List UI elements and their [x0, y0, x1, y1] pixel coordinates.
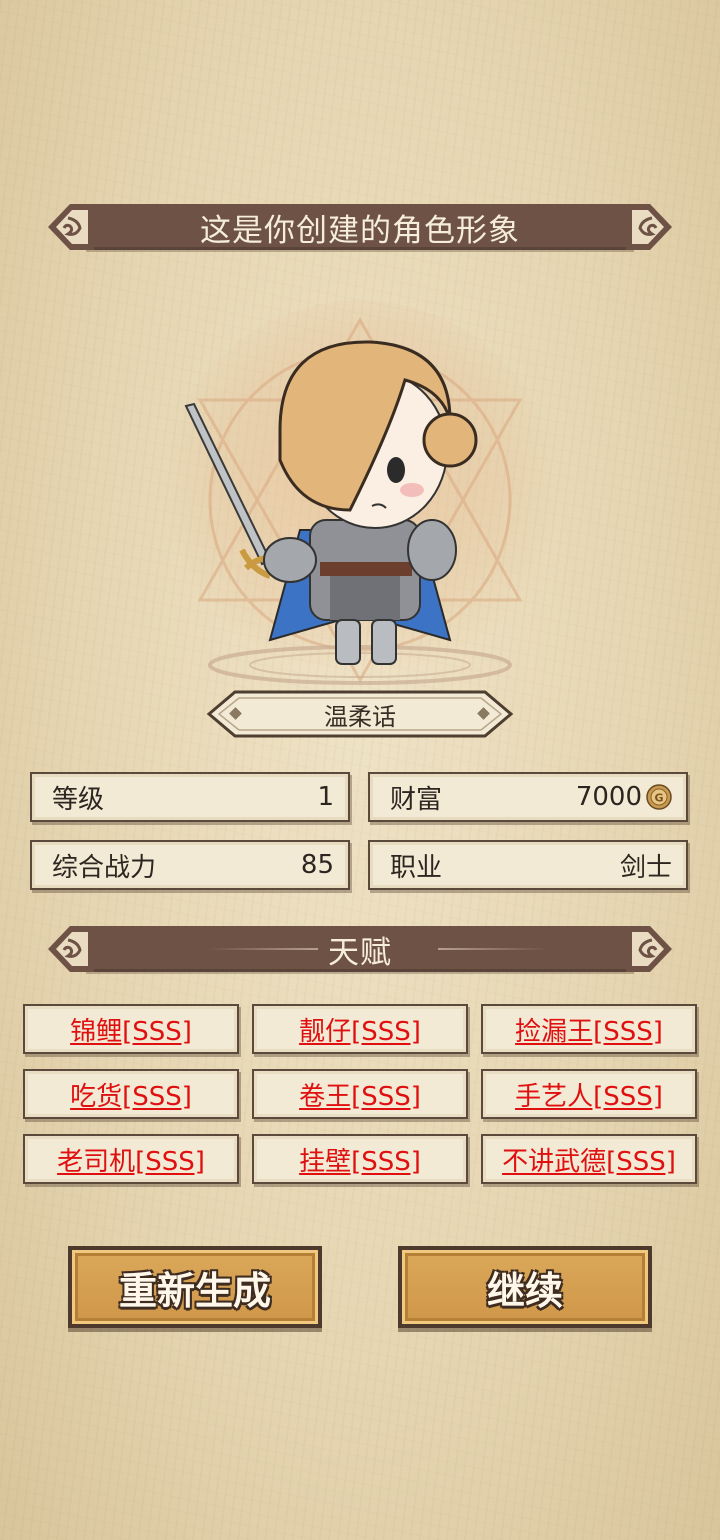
- stat-class: 职业 剑士: [368, 840, 688, 890]
- talent-title: 天赋: [328, 934, 392, 971]
- continue-button[interactable]: 继续: [398, 1246, 652, 1328]
- nameplate-frame: [206, 690, 514, 738]
- talent-item[interactable]: 捡漏王[SSS]: [481, 1004, 697, 1054]
- stat-label: 职业: [390, 852, 443, 883]
- stat-label: 等级: [52, 784, 105, 815]
- talent-link[interactable]: 捡漏王[SSS]: [515, 1011, 663, 1048]
- talent-item[interactable]: 吃货[SSS]: [23, 1069, 239, 1119]
- talent-link[interactable]: 吃货[SSS]: [70, 1076, 192, 1113]
- stat-value: 剑士: [619, 852, 672, 883]
- stat-value: 1: [317, 782, 334, 812]
- talent-link[interactable]: 手艺人[SSS]: [515, 1076, 663, 1113]
- talent-link[interactable]: 老司机[SSS]: [57, 1141, 205, 1178]
- stat-label: 综合战力: [52, 852, 157, 883]
- talent-item[interactable]: 靓仔[SSS]: [252, 1004, 468, 1054]
- talent-link[interactable]: 挂壁[SSS]: [299, 1141, 421, 1178]
- talent-item[interactable]: 卷王[SSS]: [252, 1069, 468, 1119]
- talent-item[interactable]: 不讲武德[SSS]: [481, 1134, 697, 1184]
- stat-wealth: 财富 7000 G: [368, 772, 688, 822]
- talent-item[interactable]: 锦鲤[SSS]: [23, 1004, 239, 1054]
- stat-level: 等级 1: [30, 772, 350, 822]
- regenerate-button[interactable]: 重新生成: [68, 1246, 322, 1328]
- svg-text:G: G: [654, 792, 663, 805]
- talent-item[interactable]: 挂壁[SSS]: [252, 1134, 468, 1184]
- character-portrait: [160, 300, 560, 700]
- title-banner: 这是你创建的角色形象: [48, 202, 672, 252]
- stat-power: 综合战力 85: [30, 840, 350, 890]
- talent-link[interactable]: 不讲武德[SSS]: [502, 1141, 676, 1178]
- talent-link[interactable]: 锦鲤[SSS]: [70, 1011, 192, 1048]
- talent-link[interactable]: 靓仔[SSS]: [299, 1011, 421, 1048]
- talent-item[interactable]: 老司机[SSS]: [23, 1134, 239, 1184]
- coin-icon: G: [646, 784, 672, 810]
- talent-banner: 天赋: [48, 924, 672, 974]
- talent-item[interactable]: 手艺人[SSS]: [481, 1069, 697, 1119]
- stat-value: 85: [300, 850, 334, 880]
- stat-value: 7000: [575, 782, 642, 812]
- talent-link[interactable]: 卷王[SSS]: [299, 1076, 421, 1113]
- page-title: 这是你创建的角色形象: [200, 212, 520, 249]
- stat-label: 财富: [390, 784, 443, 815]
